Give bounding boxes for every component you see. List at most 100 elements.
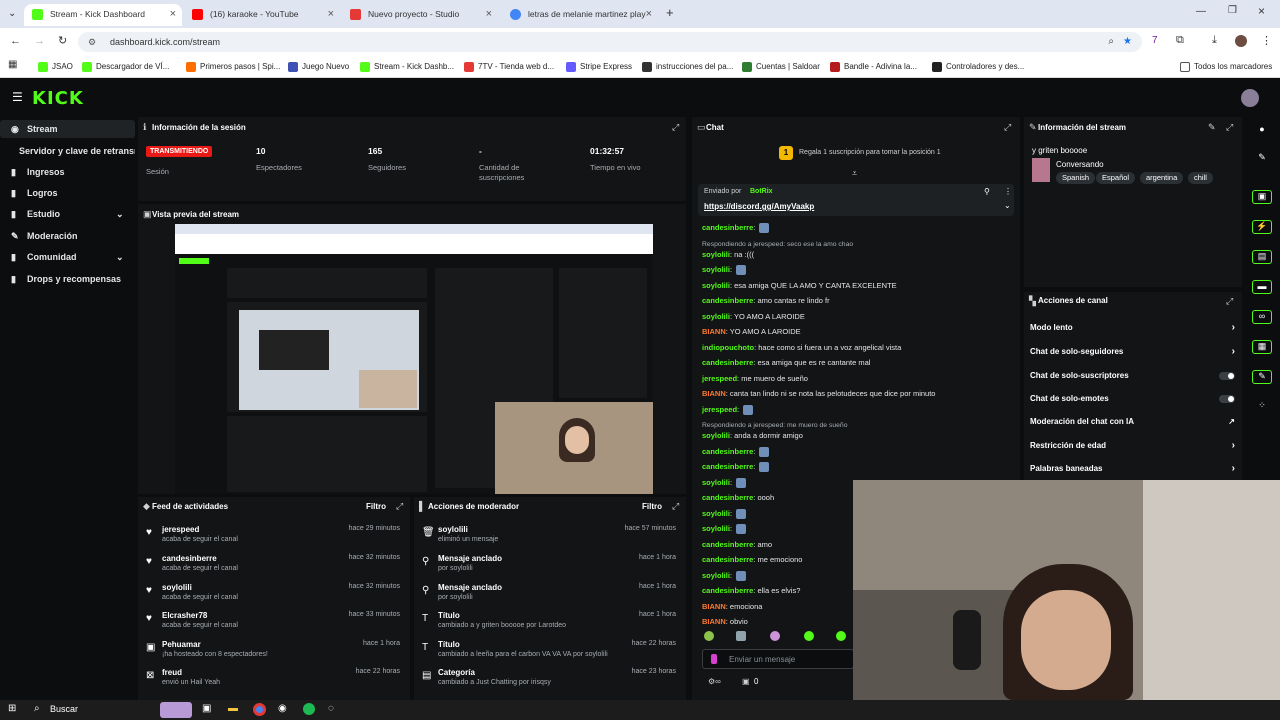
apps-grid-icon[interactable]: ▦ (8, 59, 17, 70)
rail-wrench-icon[interactable]: ✎ (1252, 370, 1272, 384)
chat-username[interactable]: candesinberre (702, 447, 753, 456)
maximize-icon[interactable]: ❐ (1228, 5, 1237, 16)
rail-doc-icon[interactable]: ▤ (1252, 250, 1272, 264)
popout-icon[interactable]: ⤢ (672, 501, 679, 512)
chevron-down-icon[interactable]: ⩡ (852, 168, 857, 179)
chat-username[interactable]: soylolili (702, 571, 730, 580)
more-icon[interactable]: ⋮ (1004, 187, 1012, 196)
all-bookmarks[interactable]: Todos los marcadores (1180, 59, 1272, 75)
chat-username[interactable]: candesinberre (702, 555, 753, 564)
rail-tool-icon[interactable]: ▣ (1252, 190, 1272, 204)
feed-user[interactable]: Elcrasher78 (162, 611, 207, 620)
gift-banner-text[interactable]: Regala 1 suscripción para tomar la posic… (799, 149, 941, 156)
new-tab-button[interactable]: + (666, 5, 674, 20)
tab-list-icon[interactable]: ⌄ (8, 8, 16, 19)
bookmark-item[interactable]: JSAO (38, 59, 73, 75)
tab-kick-dashboard[interactable]: Stream - Kick Dashboard × (24, 4, 182, 26)
filter-button[interactable]: Filtro (366, 502, 386, 511)
sidebar-item-logros[interactable]: ▮ Logros (0, 184, 135, 202)
tag[interactable]: argentina (1140, 172, 1184, 184)
sidebar-item-moderacion[interactable]: ✎ Moderación (0, 227, 135, 245)
age-restriction-row[interactable]: Restricción de edad › (1030, 436, 1235, 456)
chat-username[interactable]: jerespeed (702, 374, 737, 383)
tab-youtube[interactable]: (16) karaoke - YouTube × (184, 4, 340, 26)
pinned-link[interactable]: https://discord.gg/AmyVaakp (704, 202, 814, 211)
close-icon[interactable]: × (646, 4, 652, 24)
popout-icon[interactable]: ⤢ (672, 122, 679, 133)
bookmark-item[interactable]: Descargador de VÍ... (82, 59, 169, 75)
chat-username[interactable]: soylolili (702, 250, 730, 259)
bookmark-star-icon[interactable]: ★ (1123, 32, 1132, 52)
address-bar[interactable]: ⚙ dashboard.kick.com/stream ⌕ ★ (78, 32, 1142, 52)
subs-only-row[interactable]: Chat de solo-suscriptores (1030, 366, 1235, 386)
hamburger-icon[interactable]: ☰ (12, 90, 23, 104)
close-icon[interactable]: × (170, 4, 176, 24)
ai-moderation-row[interactable]: Moderación del chat con IA ↗ (1030, 412, 1235, 432)
extensions-icon[interactable]: ⧉ (1176, 34, 1184, 47)
chevron-down-icon[interactable]: ⌄ (1004, 201, 1011, 210)
chat-username[interactable]: candesinberre (702, 462, 753, 471)
rail-more-icon[interactable]: ⁘ (1252, 400, 1272, 414)
menu-icon[interactable]: ⋮ (1261, 34, 1272, 47)
rail-link-icon[interactable]: ∞ (1252, 310, 1272, 324)
bookmark-item[interactable]: Cuentas | Saldoar (742, 59, 820, 75)
rail-list-icon[interactable]: ▦ (1252, 340, 1272, 354)
pin-icon[interactable]: ⚲ (984, 187, 990, 196)
widgets-icon[interactable] (160, 702, 192, 718)
chat-username[interactable]: BIANN (702, 602, 726, 611)
chat-username[interactable]: candesinberre (702, 493, 753, 502)
user-avatar[interactable] (1241, 89, 1259, 107)
download-icon[interactable]: ⤓ (1212, 34, 1217, 47)
bookmark-item[interactable]: Bandle - Adivina la... (830, 59, 917, 75)
points-icon[interactable]: ▣ (742, 677, 750, 686)
forward-icon[interactable]: → (34, 35, 45, 47)
chat-username[interactable]: candesinberre (702, 296, 753, 305)
tag[interactable]: Español (1096, 172, 1136, 184)
followers-only-row[interactable]: Chat de solo-seguidores › (1030, 342, 1235, 362)
zoom-icon[interactable]: ⌕ (1108, 32, 1114, 52)
bookmark-item[interactable]: Stripe Express (566, 59, 632, 75)
edit-icon[interactable]: ✎ (1208, 122, 1216, 133)
chat-username[interactable]: BIANN (702, 617, 726, 626)
task-view-icon[interactable]: ▣ (202, 703, 211, 714)
stream-category[interactable]: Conversando (1056, 160, 1104, 169)
file-explorer-icon[interactable]: ▬ (228, 703, 238, 714)
popout-icon[interactable]: ⤢ (1004, 122, 1011, 133)
rail-edit-icon[interactable]: ✎ (1252, 152, 1272, 166)
emotes-only-toggle[interactable] (1219, 395, 1235, 403)
chat-username[interactable]: soylolili (702, 524, 730, 533)
chat-username[interactable]: soylolili (702, 265, 730, 274)
chat-username[interactable]: candesinberre (702, 358, 753, 367)
close-icon[interactable]: × (328, 4, 334, 24)
slow-mode-row[interactable]: Modo lento › (1030, 318, 1235, 338)
emote-icon[interactable] (736, 631, 746, 641)
bookmark-item[interactable]: Controladores y des... (932, 59, 1024, 75)
emotes-only-row[interactable]: Chat de solo-emotes (1030, 389, 1235, 409)
chrome-icon[interactable] (253, 703, 266, 716)
bookmark-item[interactable]: Stream - Kick Dashb... (360, 59, 454, 75)
extension-7tv-icon[interactable]: 7 (1152, 35, 1158, 46)
tab-google[interactable]: letras de melanie martinez play × (502, 4, 658, 26)
popout-icon[interactable]: ⤢ (1226, 122, 1233, 133)
kick-logo[interactable]: KICK (32, 88, 84, 109)
spotify-icon[interactable] (303, 703, 315, 715)
chat-username[interactable]: soylolili (702, 312, 730, 321)
tab-studio[interactable]: Nuevo proyecto - Studio × (342, 4, 498, 26)
emote-icon[interactable] (770, 631, 780, 641)
emote-icon[interactable] (836, 631, 846, 641)
sidebar-item-estudio[interactable]: ▮ Estudio ⌄ (0, 205, 135, 223)
chat-username[interactable]: candesinberre (702, 223, 753, 232)
sidebar-item-stream[interactable]: ◉ Stream (0, 120, 135, 138)
chat-username[interactable]: candesinberre (702, 586, 753, 595)
taskbar-search[interactable]: Buscar (50, 704, 78, 714)
mod-action-title[interactable]: soylolili (438, 525, 468, 534)
chat-username[interactable]: BIANN (702, 327, 726, 336)
reload-icon[interactable]: ↻ (58, 34, 67, 47)
chat-username[interactable]: indiopouchoto (702, 343, 754, 352)
feed-user[interactable]: freud (162, 668, 182, 677)
sidebar-item-comunidad[interactable]: ▮ Comunidad ⌄ (0, 248, 135, 266)
obs-icon[interactable]: ◉ (278, 703, 287, 714)
search-icon[interactable]: ⌕ (34, 703, 40, 714)
bookmark-item[interactable]: Primeros pasos | Spi... (186, 59, 280, 75)
sidebar-item-ingresos[interactable]: ▮ Ingresos (0, 163, 135, 181)
